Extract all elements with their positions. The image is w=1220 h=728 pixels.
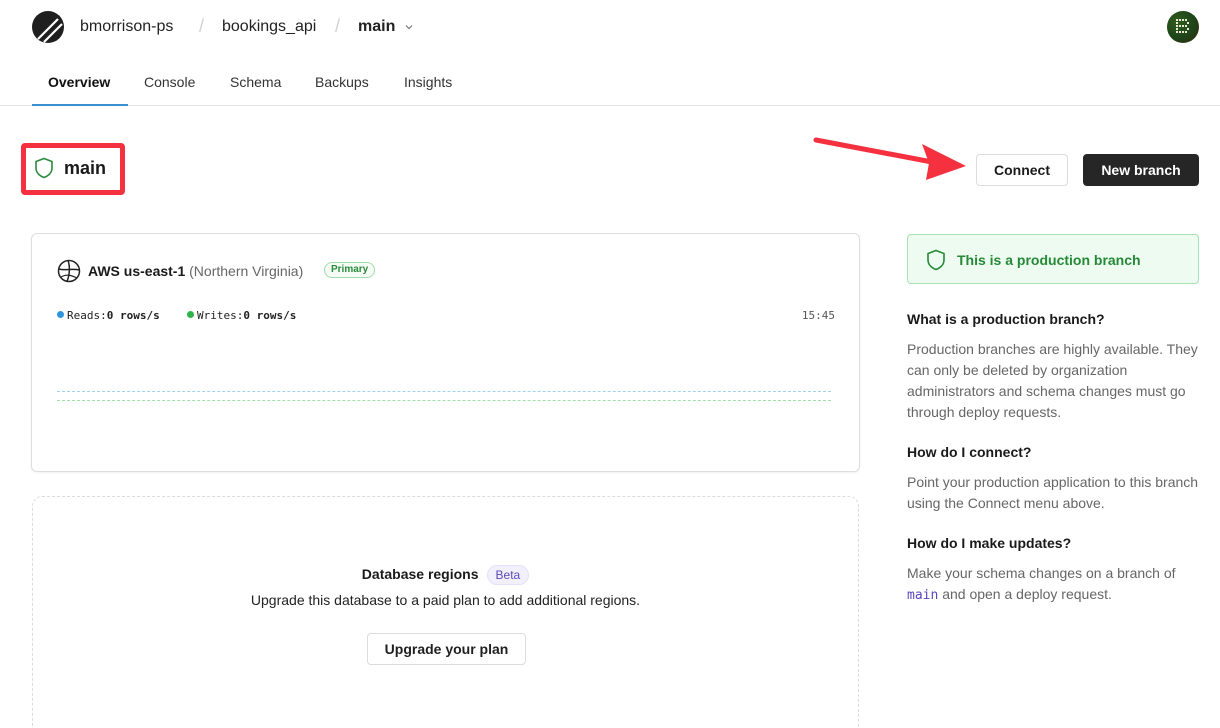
reads-value: 0 rows/s — [106, 309, 160, 322]
region-id: AWS us-east-1 — [88, 263, 186, 279]
chart-time-label: 15:45 — [801, 309, 835, 322]
breadcrumb-database[interactable]: bookings_api — [222, 18, 316, 36]
tab-overview[interactable]: Overview — [48, 74, 110, 90]
faq-item: How do I connect? Point your production … — [907, 442, 1202, 514]
upgrade-plan-button[interactable]: Upgrade your plan — [367, 633, 526, 665]
writes-label: Writes: — [196, 309, 244, 322]
production-branch-banner: This is a production branch — [907, 234, 1199, 284]
user-avatar[interactable] — [1167, 11, 1199, 43]
primary-badge: Primary — [324, 262, 376, 278]
region-name: AWS us-east-1 (Northern Virginia) — [88, 263, 303, 279]
chevron-down-icon[interactable] — [404, 22, 414, 32]
user-avatar-icon — [1176, 19, 1189, 33]
metrics-legend: Reads:0 rows/s Writes:0 rows/s — [57, 309, 296, 322]
faq-answer: Production branches are highly available… — [907, 341, 1198, 420]
tab-console[interactable]: Console — [144, 74, 195, 90]
globe-icon — [57, 259, 81, 283]
breadcrumb-separator: / — [199, 16, 205, 36]
tab-schema[interactable]: Schema — [230, 74, 281, 90]
shield-icon — [35, 157, 53, 179]
reads-dot-icon — [57, 311, 64, 318]
writes-dot-icon — [186, 311, 194, 318]
tab-insights[interactable]: Insights — [404, 74, 452, 90]
faq-answer-text: Make your schema changes on a branch of — [907, 565, 1176, 581]
reads-label: Reads: — [67, 309, 107, 322]
region-location: (Northern Virginia) — [189, 263, 304, 279]
new-branch-button[interactable]: New branch — [1083, 154, 1199, 186]
reads-series-line — [57, 391, 831, 392]
tab-bar: Overview Console Schema Backups Insights — [0, 54, 1220, 106]
breadcrumb-org[interactable]: bmorrison-ps — [80, 18, 173, 36]
faq-question: How do I make updates? — [907, 535, 1072, 551]
beta-badge: Beta — [486, 565, 530, 585]
faq-item: What is a production branch? Production … — [907, 309, 1202, 423]
active-tab-indicator — [32, 104, 128, 106]
region-card: AWS us-east-1 (Northern Virginia) Primar… — [31, 233, 860, 472]
top-bar: bmorrison-ps / bookings_api / main — [0, 0, 1220, 54]
branch-name: main — [64, 158, 107, 178]
writes-value: 0 rows/s — [243, 309, 297, 322]
faq-answer: Point your production application to thi… — [907, 474, 1199, 511]
writes-series-line — [57, 400, 831, 401]
annotation-arrow-icon — [813, 137, 966, 180]
faq-answer-text: and open a deploy request. — [938, 586, 1112, 602]
breadcrumb-branch[interactable]: main — [358, 18, 395, 36]
faq-item: How do I make updates? Make your schema … — [907, 533, 1202, 606]
breadcrumb-separator: / — [335, 16, 341, 36]
planetscale-logo-icon[interactable] — [32, 11, 64, 43]
shield-icon — [927, 249, 945, 271]
branch-code: main — [907, 588, 939, 603]
tab-backups[interactable]: Backups — [315, 74, 369, 90]
connect-button[interactable]: Connect — [976, 154, 1068, 186]
database-regions-heading: Database regions Beta — [33, 565, 858, 585]
branch-title: main — [21, 143, 125, 195]
database-regions-description: Upgrade this database to a paid plan to … — [250, 592, 641, 608]
faq-question: How do I connect? — [907, 444, 1032, 460]
database-regions-panel: Database regions Beta Upgrade this databa… — [32, 496, 859, 728]
faq-question: What is a production branch? — [907, 311, 1105, 327]
production-branch-label: This is a production branch — [957, 252, 1141, 268]
database-regions-title: Database regions — [361, 566, 479, 582]
faq-answer: Make your schema changes on a branch of … — [907, 563, 1202, 606]
